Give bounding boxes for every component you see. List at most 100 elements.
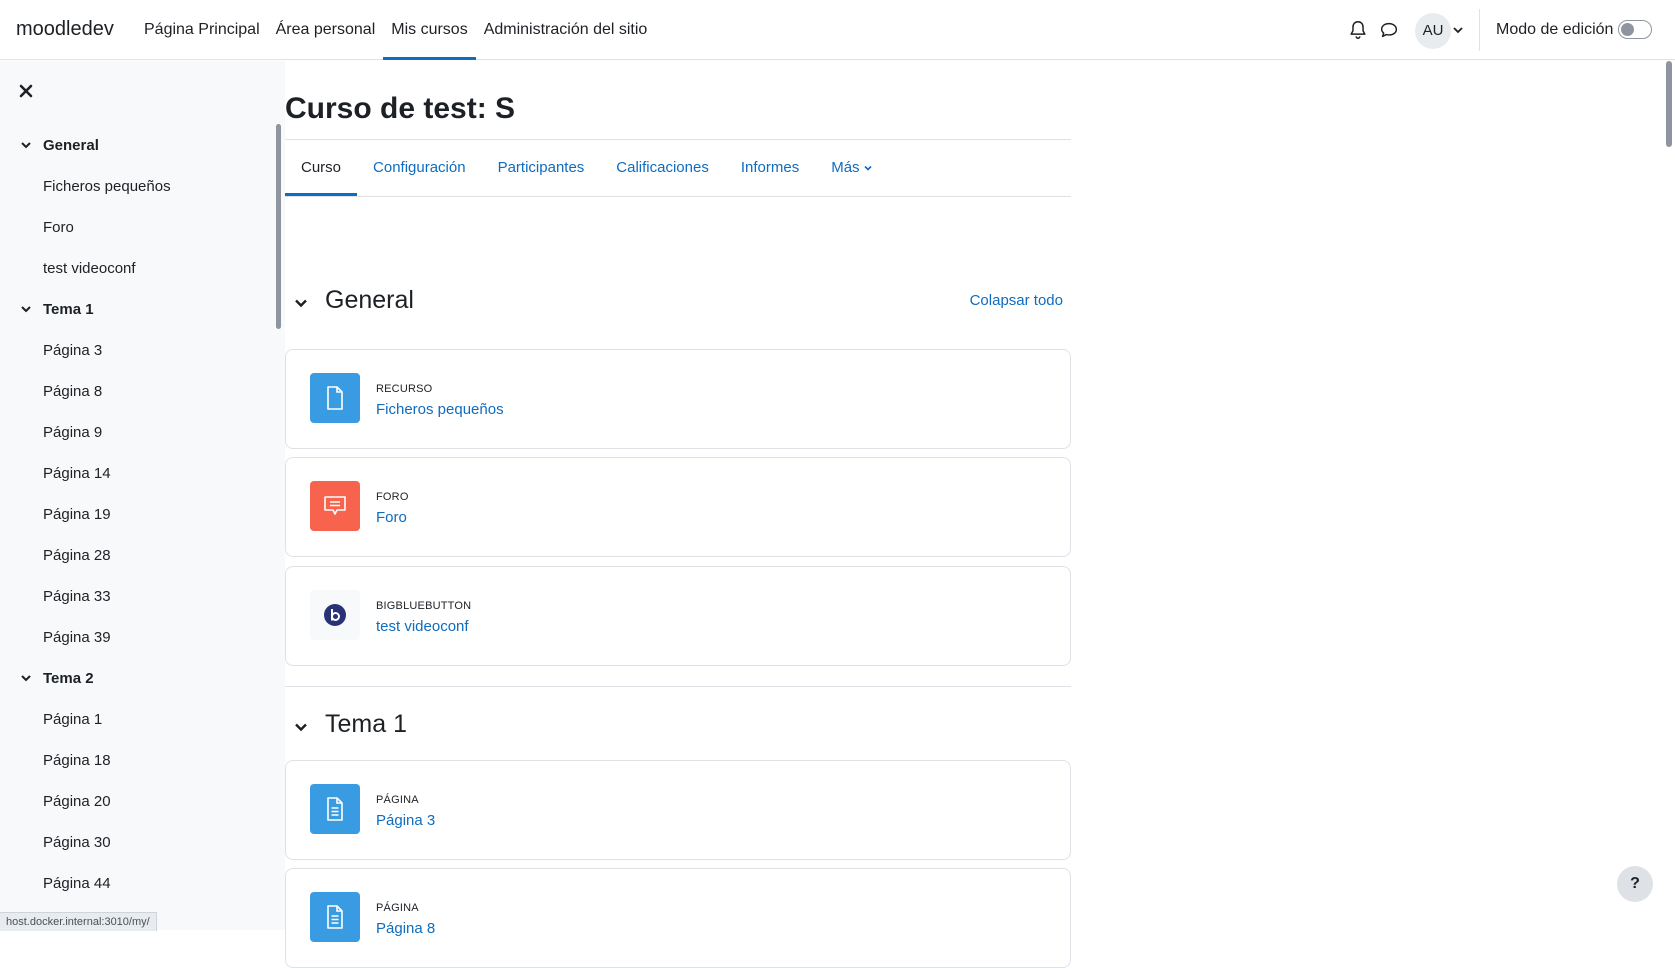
nav-my-courses[interactable]: Mis cursos xyxy=(383,0,477,60)
activity-link[interactable]: Página 8 xyxy=(376,920,435,937)
activity-card[interactable]: PÁGINA Página 8 xyxy=(285,868,1071,968)
messages-icon[interactable] xyxy=(1378,19,1400,41)
activity-link[interactable]: Foro xyxy=(376,509,407,526)
course-index-label: Página 20 xyxy=(43,793,111,810)
tab-reports[interactable]: Informes xyxy=(725,140,815,196)
course-index-label: Página 1 xyxy=(43,711,103,728)
course-index-label: General xyxy=(43,137,99,154)
course-index-drawer: General Ficheros pequeños Foro test videoco… xyxy=(0,61,285,930)
edit-mode-toggle[interactable] xyxy=(1618,20,1652,39)
chevron-down-icon[interactable] xyxy=(293,295,309,311)
course-index-label: Página 18 xyxy=(43,752,111,769)
secondary-nav-divider xyxy=(285,196,1071,197)
course-index-label: Página 44 xyxy=(43,875,111,892)
course-index-item[interactable]: Página 33 xyxy=(0,576,270,617)
forum-icon xyxy=(310,481,360,531)
chevron-down-icon[interactable] xyxy=(20,672,32,684)
activity-card[interactable]: PÁGINA Página 3 xyxy=(285,760,1071,860)
activity-link[interactable]: Página 3 xyxy=(376,812,435,829)
course-index-section[interactable]: Tema 1 xyxy=(0,289,270,330)
activity-type: RECURSO xyxy=(376,383,433,395)
edit-mode-label: Modo de edición xyxy=(1496,21,1614,38)
tab-settings[interactable]: Configuración xyxy=(357,140,482,196)
section-header-general: General Colapsar todo xyxy=(285,282,1071,322)
course-index-label: Página 30 xyxy=(43,834,111,851)
activity-link[interactable]: test videoconf xyxy=(376,618,469,635)
section-header-tema-1: Tema 1 xyxy=(285,706,1071,746)
course-index-item[interactable]: Página 20 xyxy=(0,781,270,822)
course-index-item[interactable]: Página 9 xyxy=(0,412,270,453)
activity-card[interactable]: BIGBLUEBUTTON test videoconf xyxy=(285,566,1071,666)
bell-icon[interactable] xyxy=(1347,19,1369,41)
course-index-label: Ficheros pequeños xyxy=(43,178,171,195)
course-secondary-navigation: Curso Configuración Participantes Califi… xyxy=(285,140,889,196)
chevron-down-icon xyxy=(863,165,872,171)
tab-grades[interactable]: Calificaciones xyxy=(600,140,725,196)
course-index-label: Página 28 xyxy=(43,547,111,564)
site-brand[interactable]: moodledev xyxy=(16,18,114,41)
tab-course[interactable]: Curso xyxy=(285,140,358,196)
course-index-item[interactable]: Página 18 xyxy=(0,740,270,781)
activity-type: BIGBLUEBUTTON xyxy=(376,600,472,612)
course-index-list: General Ficheros pequeños Foro test videoco… xyxy=(0,125,270,930)
course-index-item[interactable]: Ficheros pequeños xyxy=(0,166,270,207)
chevron-down-icon[interactable] xyxy=(20,303,32,315)
tab-more[interactable]: Más xyxy=(815,140,888,196)
activity-type: PÁGINA xyxy=(376,794,419,806)
section-divider xyxy=(285,686,1071,687)
tab-participants[interactable]: Participantes xyxy=(482,140,601,196)
course-index-item[interactable]: Página 44 xyxy=(0,863,270,904)
section-name[interactable]: Tema 1 xyxy=(325,710,407,739)
course-index-label: Página 33 xyxy=(43,588,111,605)
course-index-item[interactable]: Página 3 xyxy=(0,330,270,371)
course-index-item[interactable]: Página 39 xyxy=(0,617,270,658)
section-name[interactable]: General xyxy=(325,286,414,315)
course-index-label: Tema 1 xyxy=(43,301,94,318)
user-avatar[interactable]: AU xyxy=(1415,13,1451,49)
course-index-label: Página 3 xyxy=(43,342,103,359)
activity-link[interactable]: Ficheros pequeños xyxy=(376,401,504,418)
toggle-knob xyxy=(1621,23,1634,36)
course-index-item[interactable]: Página 30 xyxy=(0,822,270,863)
nav-site-admin[interactable]: Administración del sitio xyxy=(476,0,656,60)
course-index-item[interactable]: Página 1 xyxy=(0,699,270,740)
activity-card[interactable]: RECURSO Ficheros pequeños xyxy=(285,349,1071,449)
activity-card[interactable]: FORO Foro xyxy=(285,457,1071,557)
top-navbar: moodledev Página Principal Área personal… xyxy=(0,0,1675,60)
course-index-label: Página 14 xyxy=(43,465,111,482)
course-index-label: Página 9 xyxy=(43,424,103,441)
chevron-down-icon[interactable] xyxy=(293,719,309,735)
course-index-label: Página 8 xyxy=(43,383,103,400)
collapse-all-link[interactable]: Colapsar todo xyxy=(970,292,1063,309)
page-scrollbar[interactable] xyxy=(1666,61,1672,147)
course-index-label: Página 39 xyxy=(43,629,111,646)
drawer-scrollbar[interactable] xyxy=(276,124,281,329)
primary-navigation: Página Principal Área personal Mis curso… xyxy=(136,0,655,60)
nav-dashboard[interactable]: Área personal xyxy=(268,0,384,60)
status-bar-url: host.docker.internal:3010/my/ xyxy=(0,912,157,931)
course-index-label: Foro xyxy=(43,219,74,236)
activity-type: FORO xyxy=(376,491,409,503)
course-index-section[interactable]: Tema 2 xyxy=(0,658,270,699)
chevron-down-icon[interactable] xyxy=(20,139,32,151)
page-icon xyxy=(310,892,360,942)
bigbluebutton-icon xyxy=(310,590,360,640)
course-index-section[interactable]: General xyxy=(0,125,270,166)
page-icon xyxy=(310,784,360,834)
course-index-item[interactable]: Página 28 xyxy=(0,535,270,576)
file-icon xyxy=(310,373,360,423)
course-index-item[interactable]: Página 14 xyxy=(0,453,270,494)
chevron-down-icon[interactable] xyxy=(1452,24,1464,36)
navbar-divider xyxy=(1479,9,1480,51)
help-button[interactable]: ? xyxy=(1617,866,1653,902)
nav-home[interactable]: Página Principal xyxy=(136,0,268,60)
course-index-item[interactable]: test videoconf xyxy=(0,248,270,289)
course-index-item[interactable]: Página 8 xyxy=(0,371,270,412)
course-index-label: test videoconf xyxy=(43,260,136,277)
course-index-label: Tema 2 xyxy=(43,670,94,687)
course-index-item[interactable]: Página 19 xyxy=(0,494,270,535)
course-index-label: Página 19 xyxy=(43,506,111,523)
close-icon[interactable] xyxy=(18,83,34,99)
course-index-item[interactable]: Foro xyxy=(0,207,270,248)
page-title: Curso de test: S xyxy=(285,92,516,125)
